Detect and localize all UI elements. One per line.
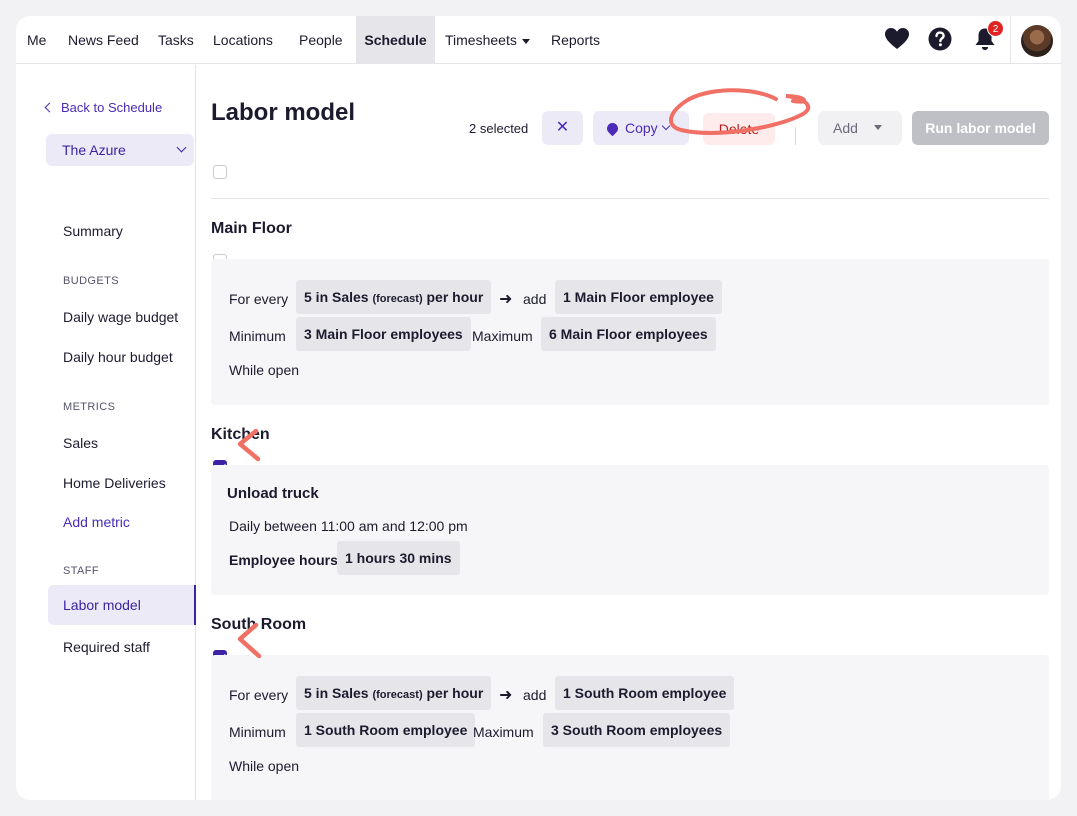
maximum-value-chip[interactable]: 3 South Room employees [543,713,731,747]
run-labor-model-button[interactable]: Run labor model [912,111,1049,145]
selected-count: 2 selected [469,121,529,136]
nav-me[interactable]: Me [27,16,46,64]
sidebar-item-home-deliveries[interactable]: Home Deliveries [63,475,166,491]
maximum-label: Maximum [473,724,534,740]
rate-value: 5 in Sales [304,289,369,305]
user-avatar[interactable] [1021,25,1053,57]
chevron-down-icon [176,142,187,153]
nav-divider [1010,16,1011,64]
toolbar-divider [795,127,796,145]
maximum-label: Maximum [472,328,533,344]
copy-button-label: Copy [625,120,658,136]
nav-reports[interactable]: Reports [551,16,600,64]
minimum-label: Minimum [229,724,286,740]
while-open-label: While open [229,362,300,378]
sidebar-item-daily-hour-budget[interactable]: Daily hour budget [63,349,173,365]
nav-schedule[interactable]: Schedule [356,16,435,64]
minimum-value-chip[interactable]: 3 Main Floor employees [296,317,471,351]
for-every-label: For every [229,291,289,307]
rate-chip[interactable]: 5 in Sales (forecast) per hour [296,280,492,314]
heart-icon[interactable] [884,26,910,52]
copy-button[interactable]: Copy [593,111,689,145]
select-all-checkbox[interactable] [213,165,227,179]
venue-select[interactable]: The Azure [46,134,194,166]
venue-select-value: The Azure [62,142,126,158]
sidebar: Back to Schedule The Azure Summary BUDGE… [16,65,196,800]
minimum-value-chip[interactable]: 1 South Room employee [296,713,476,747]
kitchen-task-card[interactable]: Unload truck Daily between 11:00 am and … [211,465,1049,595]
sidebar-header-budgets: BUDGETS [63,275,119,287]
main-content: Labor model 2 selected ✕ Copy Delete Add… [197,65,1061,800]
sidebar-item-sales[interactable]: Sales [63,435,98,451]
chevron-left-icon [44,102,55,113]
rate-chip[interactable]: 5 in Sales (forecast) per hour [296,676,492,710]
employee-hours-label: Employee hours [229,552,338,568]
sidebar-item-required-staff[interactable]: Required staff [63,639,150,655]
add-metric-link[interactable]: Add metric [63,514,130,530]
nav-people[interactable]: People [299,16,343,64]
arrow-right-icon: ➜ [499,291,513,308]
rate-unit: per hour [426,289,484,305]
sidebar-item-summary[interactable]: Summary [63,223,123,239]
location-pin-icon [604,120,621,137]
chevron-down-icon [661,121,671,131]
notification-badge: 2 [987,20,1004,37]
top-navigation: Me News Feed Tasks Locations People Sche… [16,16,1061,64]
help-icon[interactable] [927,26,953,52]
employee-hours-chip[interactable]: 1 hours 30 mins [337,541,460,575]
task-title: Unload truck [227,485,319,502]
add-value-chip[interactable]: 1 Main Floor employee [555,280,722,314]
nav-tasks[interactable]: Tasks [158,16,194,64]
rate-unit: per hour [426,685,484,701]
task-schedule: Daily between 11:00 am and 12:00 pm [229,518,468,534]
page-title: Labor model [211,99,356,126]
back-to-schedule-link[interactable]: Back to Schedule [44,100,163,115]
section-title-kitchen: Kitchen [211,426,270,443]
sidebar-header-staff: STAFF [63,565,100,577]
sidebar-item-labor-model-label: Labor model [63,597,141,613]
rate-value: 5 in Sales [304,685,369,701]
add-label: add [523,687,547,703]
sidebar-item-labor-model[interactable]: Labor model [48,585,196,625]
app-window: Me News Feed Tasks Locations People Sche… [16,16,1061,800]
sidebar-item-daily-wage-budget[interactable]: Daily wage budget [63,309,178,325]
while-open-label: While open [229,758,300,774]
delete-button[interactable]: Delete [703,113,775,145]
divider [211,198,1049,199]
add-value-chip[interactable]: 1 South Room employee [555,676,735,710]
nav-timesheets[interactable]: Timesheets [445,16,530,64]
maximum-value-chip[interactable]: 6 Main Floor employees [541,317,716,351]
section-title-main-floor: Main Floor [211,220,292,237]
caret-down-icon [874,125,882,130]
nav-timesheets-label: Timesheets [445,32,517,48]
add-button[interactable]: Add [818,111,902,145]
add-button-label: Add [833,120,858,136]
sidebar-header-metrics: METRICS [63,401,116,413]
nav-news-feed[interactable]: News Feed [68,16,139,64]
for-every-label: For every [229,687,289,703]
clear-selection-button[interactable]: ✕ [542,111,583,145]
minimum-label: Minimum [229,328,286,344]
back-to-schedule-label: Back to Schedule [61,100,163,115]
arrow-right-icon: ➜ [499,687,513,704]
main-floor-rule-card[interactable]: For every 5 in Sales (forecast) per hour… [211,259,1049,405]
caret-down-icon [521,38,530,44]
section-title-south-room: South Room [211,616,307,633]
rate-qualifier: (forecast) [372,689,423,701]
nav-locations[interactable]: Locations [213,16,273,64]
rate-qualifier: (forecast) [372,293,423,305]
south-room-rule-card[interactable]: For every 5 in Sales (forecast) per hour… [211,655,1049,800]
add-label: add [523,291,547,307]
